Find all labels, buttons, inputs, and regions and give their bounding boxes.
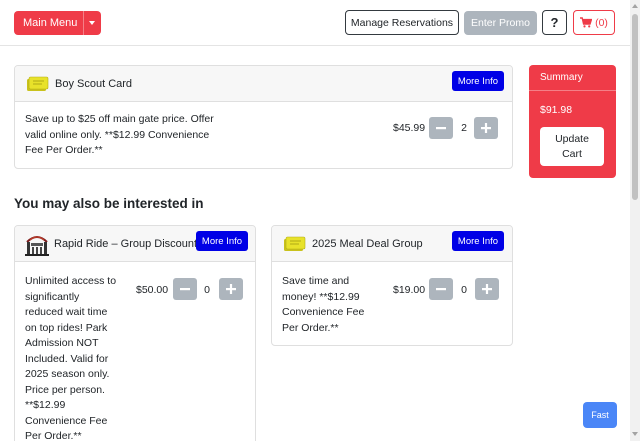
summary-panel: Summary $91.98 Update Cart — [529, 65, 616, 178]
decrement-button[interactable] — [429, 117, 453, 139]
summary-total: $91.98 — [540, 104, 573, 116]
scrollbar-thumb[interactable] — [632, 14, 638, 200]
shopping-cart-icon — [580, 17, 593, 28]
item-description: Unlimited access to significantly reduce… — [25, 275, 117, 441]
scroll-up-arrow-icon[interactable] — [632, 4, 638, 8]
plus-icon — [481, 123, 491, 133]
item-description: Save up to $25 off main gate price. Offe… — [25, 113, 214, 156]
ticket-icon — [284, 236, 306, 251]
more-info-button[interactable]: More Info — [196, 231, 248, 251]
minus-icon — [436, 288, 446, 291]
increment-button[interactable] — [474, 117, 498, 139]
more-info-button[interactable]: More Info — [452, 71, 504, 91]
main-menu-button[interactable]: Main Menu — [14, 11, 101, 35]
page-scrollbar[interactable] — [630, 0, 640, 441]
decrement-button[interactable] — [173, 278, 197, 300]
more-info-button[interactable]: More Info — [452, 231, 504, 251]
fast-button[interactable]: Fast — [583, 402, 617, 428]
card-header: Rapid Ride – Group Discount More Info — [15, 226, 255, 262]
ticket-icon — [27, 76, 49, 91]
caret-down-icon[interactable] — [89, 21, 95, 25]
item-price: $45.99 — [393, 122, 426, 134]
main-menu-label: Main Menu — [23, 17, 78, 29]
decrement-button[interactable] — [429, 278, 453, 300]
top-navbar: Main Menu Manage Reservations Enter Prom… — [0, 0, 630, 46]
cart-count: (0) — [595, 16, 608, 29]
update-cart-button[interactable]: Update Cart — [540, 127, 604, 166]
increment-button[interactable] — [219, 278, 243, 300]
quantity-value: 0 — [461, 284, 467, 296]
item-price: $50.00 — [136, 284, 169, 296]
help-button[interactable]: ? — [542, 10, 567, 35]
item-title: 2025 Meal Deal Group — [312, 237, 423, 250]
section-heading: You may also be interested in — [14, 196, 204, 211]
manage-reservations-button[interactable]: Manage Reservations — [345, 10, 459, 35]
plus-icon — [482, 284, 492, 294]
item-description: Save time and money! **$12.99 Convenienc… — [282, 275, 365, 334]
summary-heading: Summary — [529, 65, 616, 91]
quantity-value: 2 — [461, 122, 467, 134]
card-header: 2025 Meal Deal Group More Info — [272, 226, 512, 262]
card-header: Boy Scout Card More Info — [15, 66, 512, 102]
increment-button[interactable] — [475, 278, 499, 300]
scroll-down-arrow-icon[interactable] — [632, 432, 638, 436]
item-title: Rapid Ride – Group Discount — [54, 237, 198, 250]
park-gate-icon — [25, 235, 49, 256]
quantity-value: 0 — [204, 284, 210, 296]
minus-icon — [180, 288, 190, 291]
enter-promo-button[interactable]: Enter Promo — [464, 11, 537, 35]
plus-icon — [226, 284, 236, 294]
cart-button[interactable]: (0) — [573, 10, 615, 35]
button-divider — [83, 11, 84, 35]
item-title: Boy Scout Card — [55, 77, 133, 90]
suggestion-card: 2025 Meal Deal Group More Info Save time… — [271, 225, 513, 346]
cart-item-card: Boy Scout Card More Info Save up to $25 … — [14, 65, 513, 169]
minus-icon — [436, 127, 446, 130]
item-price: $19.00 — [393, 284, 426, 296]
suggestion-card: Rapid Ride – Group Discount More Info Un… — [14, 225, 256, 441]
